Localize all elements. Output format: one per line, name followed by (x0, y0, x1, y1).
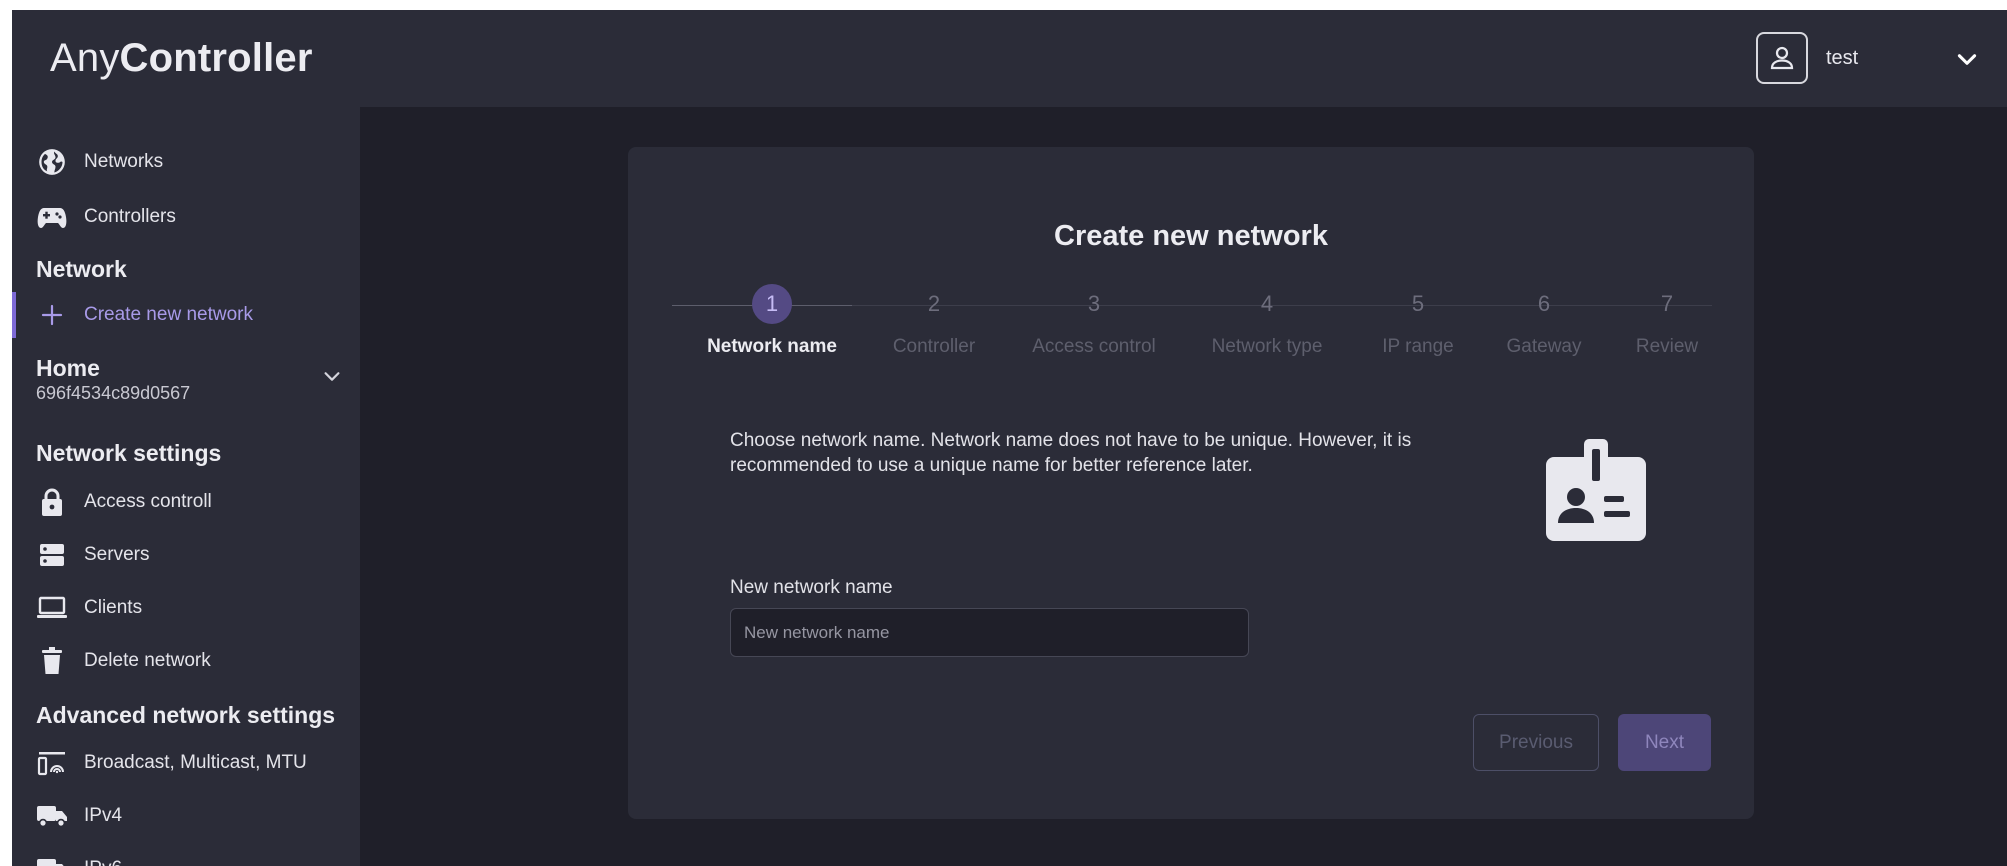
trash-icon (36, 645, 68, 677)
page-title: Create new network (1054, 220, 1328, 252)
broadcast-icon (36, 747, 68, 779)
create-network-wizard: Create new network 1 Network name 2 Cont… (628, 147, 1754, 819)
sidebar-item-clients[interactable]: Clients (12, 585, 360, 631)
sidebar-item-delete-network[interactable]: Delete network (12, 638, 360, 684)
sidebar-item-ipv6[interactable]: IPv6 (12, 846, 360, 866)
sidebar-item-label: Clients (84, 597, 143, 618)
previous-button[interactable]: Previous (1473, 714, 1599, 771)
next-button[interactable]: Next (1618, 714, 1711, 771)
section-network-settings: Network settings (36, 440, 222, 466)
step-label: Review (1635, 336, 1699, 357)
sidebar-item-label: Networks (84, 151, 164, 172)
top-bar: AnyController test (12, 10, 2007, 107)
sidebar-item-label: IPv6 (84, 858, 122, 866)
step-number: 7 (1660, 291, 1674, 316)
step-number: 3 (1087, 291, 1101, 316)
sidebar-item-label: Access controll (84, 491, 212, 512)
step-number: 2 (927, 291, 941, 316)
chevron-down-icon[interactable] (321, 365, 343, 387)
user-icon (1770, 46, 1794, 70)
truck-icon (36, 853, 68, 866)
sidebar-item-label: Servers (84, 544, 150, 565)
sidebar-item-controllers[interactable]: Controllers (12, 194, 360, 240)
logo-text-light: Any (50, 36, 120, 80)
chevron-down-icon[interactable] (1954, 46, 1980, 72)
network-name-label: New network name (730, 577, 893, 598)
sidebar-item-create-network[interactable]: Create new network (12, 292, 360, 338)
lock-icon (36, 486, 68, 518)
step-review[interactable]: 7 Review (1587, 284, 1747, 358)
sidebar: Networks Controllers Network Create new … (12, 107, 360, 866)
step-label: Network name (707, 336, 837, 357)
sidebar-item-label: Delete network (84, 650, 211, 671)
step-number: 1 (752, 284, 792, 324)
step-label: Access control (1032, 336, 1156, 357)
gamepad-icon (36, 201, 68, 233)
plus-icon (36, 299, 68, 331)
step-number: 6 (1537, 291, 1551, 316)
step-label: Controller (892, 336, 976, 357)
id-badge-icon (1546, 439, 1646, 541)
step-number: 5 (1411, 291, 1425, 316)
sidebar-item-ipv4[interactable]: IPv4 (12, 793, 360, 839)
server-icon (36, 539, 68, 571)
step-description: Choose network name. Network name does n… (730, 430, 1412, 476)
step-network-name[interactable]: 1 Network name (692, 284, 852, 358)
step-controller[interactable]: 2 Controller (854, 284, 1014, 358)
sidebar-item-broadcast[interactable]: Broadcast, Multicast, MTU (12, 740, 360, 786)
sidebar-item-label: Create new network (84, 304, 253, 325)
sidebar-item-networks[interactable]: Networks (12, 139, 360, 185)
network-name: Home (36, 355, 100, 381)
network-id: 696f4534c89d0567 (36, 383, 191, 403)
step-label: Network type (1211, 336, 1323, 357)
truck-icon (36, 800, 68, 832)
logo-text-bold: Controller (119, 36, 313, 80)
sidebar-item-label: Controllers (84, 206, 176, 227)
sidebar-item-label: Broadcast, Multicast, MTU (84, 752, 307, 773)
network-name-input[interactable] (730, 608, 1249, 657)
step-number: 4 (1260, 291, 1274, 316)
step-access-control[interactable]: 3 Access control (1014, 284, 1174, 358)
user-name[interactable]: test (1826, 47, 1858, 70)
step-network-type[interactable]: 4 Network type (1187, 284, 1347, 358)
section-network: Network (36, 256, 127, 282)
section-advanced-network-settings: Advanced network settings (36, 702, 336, 728)
laptop-icon (36, 592, 68, 624)
globe-icon (36, 146, 68, 178)
app-window: AnyController test Networks Controllers … (12, 10, 2007, 866)
sidebar-item-servers[interactable]: Servers (12, 532, 360, 578)
sidebar-item-label: IPv4 (84, 805, 123, 826)
user-avatar[interactable] (1756, 32, 1808, 84)
sidebar-item-access-controll[interactable]: Access controll (12, 479, 360, 525)
app-logo[interactable]: AnyController (50, 36, 313, 81)
